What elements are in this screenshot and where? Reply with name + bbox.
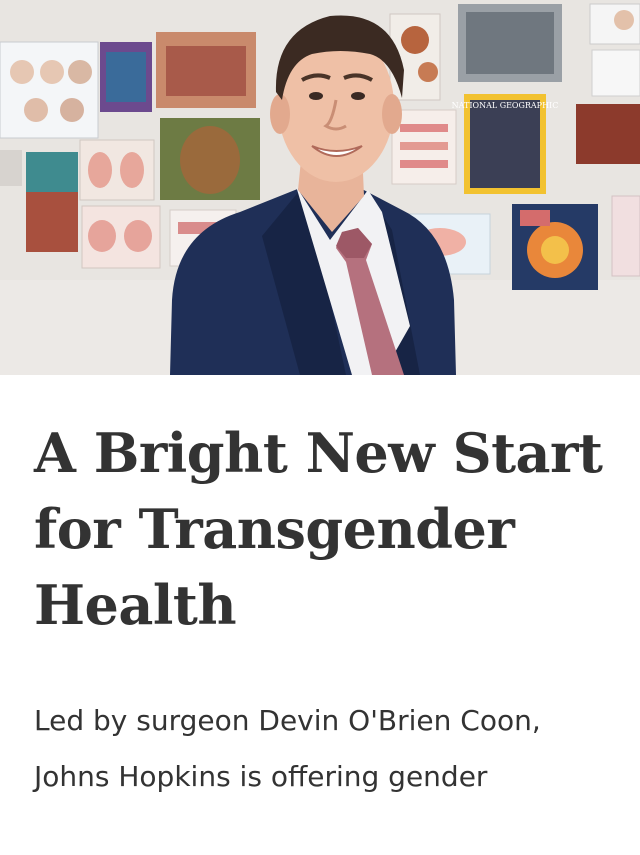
hero-photo: NATIONAL GEOGRAPHIC xyxy=(0,0,640,375)
article-dek: Led by surgeon Devin O'Brien Coon, Johns… xyxy=(34,704,541,793)
portrait-photo-icon: NATIONAL GEOGRAPHIC xyxy=(0,0,640,375)
magazine-label: NATIONAL GEOGRAPHIC xyxy=(452,101,559,110)
article: A Bright New Start for Transgender Healt… xyxy=(0,415,640,805)
article-headline: A Bright New Start for Transgender Healt… xyxy=(34,421,603,637)
